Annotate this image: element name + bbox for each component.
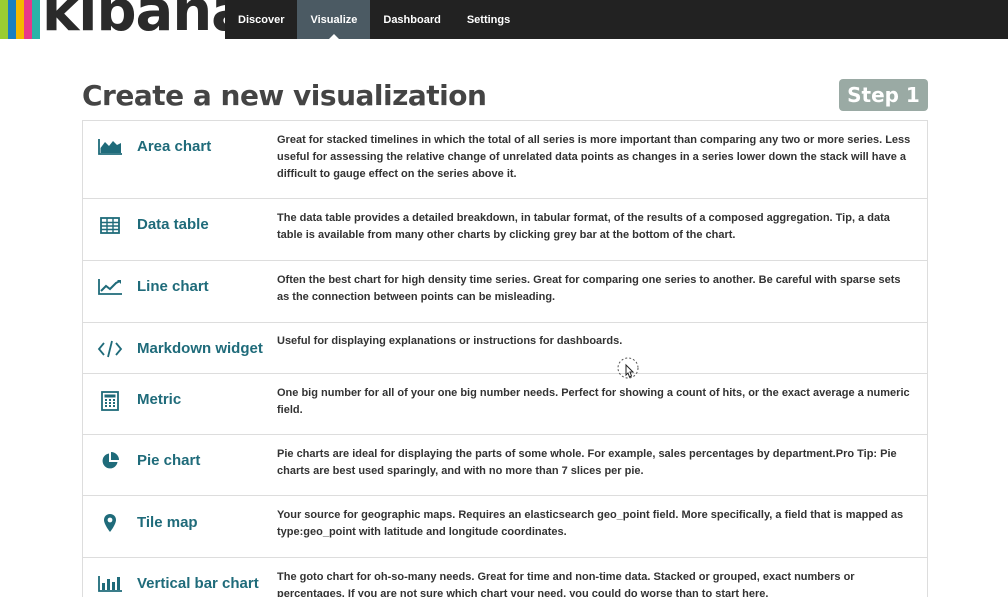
vis-item-header: Area chart: [83, 121, 277, 198]
logo-text: kibana: [42, 0, 225, 39]
vis-item-data-table[interactable]: Data table The data table provides a det…: [83, 199, 927, 261]
vis-item-description: The data table provides a detailed break…: [277, 212, 890, 241]
vis-item-metric[interactable]: Metric One big number for all of your on…: [83, 374, 927, 435]
top-navbar: kibana Discover Visualize Dashboard Sett…: [0, 0, 1008, 39]
vis-item-line-chart[interactable]: Line chart Often the best chart for high…: [83, 261, 927, 323]
vis-item-name: Data table: [137, 216, 209, 233]
bar-chart-icon: [97, 574, 123, 594]
vis-item-name: Vertical bar chart: [137, 575, 259, 592]
page-title: Create a new visualization: [82, 79, 487, 112]
nav-tab-label: Dashboard: [383, 13, 441, 26]
vis-item-name: Area chart: [137, 138, 212, 155]
vis-item-markdown-widget[interactable]: Markdown widget Useful for displaying ex…: [83, 323, 927, 374]
vis-item-header: Markdown widget: [83, 323, 277, 373]
vis-item-description: Useful for displaying explanations or in…: [277, 335, 623, 347]
step-badge: Step 1: [839, 79, 928, 111]
nav-tab-dashboard[interactable]: Dashboard: [370, 0, 453, 39]
vis-item-name: Metric: [137, 391, 182, 408]
logo-stripe: [8, 0, 16, 39]
logo-stripe: [24, 0, 32, 39]
logo-stripe: [32, 0, 40, 39]
vis-item-header: Metric: [83, 374, 277, 434]
logo-stripe: [16, 0, 24, 39]
visualization-type-list: Area chart Great for stacked timelines i…: [82, 120, 928, 597]
nav-tab-label: Discover: [238, 13, 285, 26]
vis-item-area-chart[interactable]: Area chart Great for stacked timelines i…: [83, 121, 927, 199]
vis-item-header: Data table: [83, 199, 277, 260]
vis-item-header: Line chart: [83, 261, 277, 322]
vis-item-name: Line chart: [137, 278, 209, 295]
calculator-icon: [97, 391, 123, 411]
logo-stripe: [0, 0, 8, 39]
vis-item-description: Pie charts are ideal for displaying the …: [277, 448, 897, 477]
vis-item-header: Tile map: [83, 496, 277, 557]
vis-item-tile-map[interactable]: Tile map Your source for geographic maps…: [83, 496, 927, 558]
hand-pointer-cursor-icon: [617, 357, 641, 385]
vis-item-name: Pie chart: [137, 452, 201, 469]
nav-tab-label: Settings: [466, 13, 511, 26]
vis-item-description: Great for stacked timelines in which the…: [277, 134, 911, 180]
code-icon: [97, 339, 123, 359]
vis-item-header: Pie chart: [83, 435, 277, 495]
vis-item-header: Vertical bar chart: [83, 558, 277, 597]
vis-item-pie-chart[interactable]: Pie chart Pie charts are ideal for displ…: [83, 435, 927, 496]
line-chart-icon: [97, 277, 123, 297]
nav-tabs: Discover Visualize Dashboard Settings: [225, 0, 523, 39]
logo-stripes: [0, 0, 40, 39]
vis-item-name: Tile map: [137, 514, 198, 531]
vis-item-description: One big number for all of your one big n…: [277, 387, 910, 416]
table-icon: [97, 215, 123, 235]
vis-item-description: The goto chart for oh-so-many needs. Gre…: [277, 571, 855, 597]
area-chart-icon: [97, 137, 123, 157]
pie-chart-icon: [97, 451, 123, 471]
vis-item-name: Markdown widget: [137, 340, 263, 357]
nav-tab-label: Visualize: [310, 13, 358, 26]
vis-item-vertical-bar-chart[interactable]: Vertical bar chart The goto chart for oh…: [83, 558, 927, 597]
vis-item-description: Often the best chart for high density ti…: [277, 274, 901, 303]
map-marker-icon: [97, 513, 123, 533]
nav-tab-settings[interactable]: Settings: [454, 0, 523, 39]
kibana-logo[interactable]: kibana: [0, 0, 225, 39]
vis-item-description: Your source for geographic maps. Require…: [277, 509, 904, 538]
nav-tab-visualize[interactable]: Visualize: [297, 0, 371, 39]
nav-tab-discover[interactable]: Discover: [225, 0, 297, 39]
